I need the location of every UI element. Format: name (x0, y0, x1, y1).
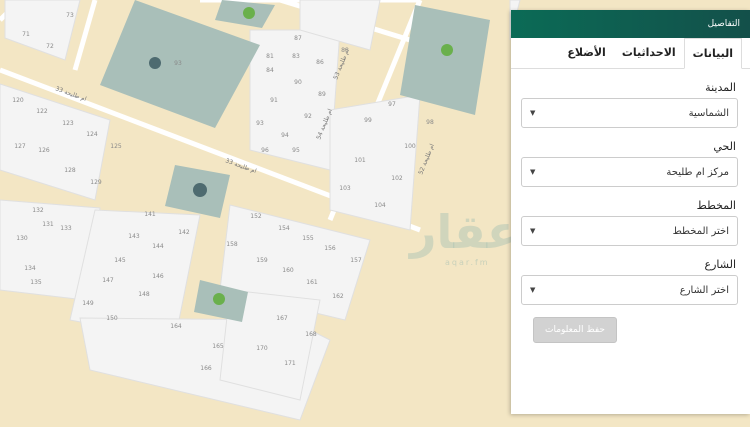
lot-number: 94 (281, 132, 289, 139)
lot-number: 122 (36, 108, 48, 115)
lot-number: 104 (374, 202, 386, 209)
lot-number: 170 (256, 345, 268, 352)
lot-number: 125 (110, 143, 122, 150)
lot-number: 148 (138, 291, 150, 298)
caret-down-icon: ▼ (530, 109, 536, 117)
tab-bar: البيانات الاحداثيات الأضلاع (511, 38, 750, 69)
lot-number: 158 (226, 241, 238, 248)
caret-down-icon: ▼ (530, 227, 536, 235)
lot-number: 171 (284, 360, 296, 367)
lot-number: 87 (294, 35, 302, 42)
city-label: المدينة (705, 81, 736, 94)
district-label: الحي (713, 140, 736, 153)
tab-data[interactable]: البيانات (683, 38, 742, 69)
lot-number: 90 (294, 79, 302, 86)
lot-number: 101 (354, 157, 366, 164)
lot-number: 129 (90, 179, 102, 186)
lot-number: 98 (426, 119, 434, 126)
watermark-logo: عقار (410, 205, 519, 259)
plan-label: المخطط (696, 199, 736, 212)
lot-number: 97 (388, 101, 396, 108)
caret-down-icon: ▼ (530, 286, 536, 294)
lot-number: 150 (106, 315, 118, 322)
lot-number: 159 (256, 257, 268, 264)
lot-number: 152 (250, 213, 262, 220)
lot-number: 164 (170, 323, 182, 330)
lot-number: 156 (324, 245, 336, 252)
lot-number: 165 (212, 343, 224, 350)
lot-number: 95 (292, 147, 300, 154)
lot-number: 146 (152, 273, 164, 280)
lot-number: 123 (62, 120, 74, 127)
lot-number: 102 (391, 175, 403, 182)
lot-number: 99 (364, 117, 372, 124)
lot-number: 73 (66, 12, 74, 19)
lot-number: 127 (14, 143, 26, 150)
lot-number: 166 (200, 365, 212, 372)
lot-number: 161 (306, 279, 318, 286)
lot-number: 130 (16, 235, 28, 242)
district-select[interactable]: مركز ام طليحة ▼ (521, 157, 738, 187)
lot-number: 89 (318, 91, 326, 98)
lot-number: 81 (266, 53, 274, 60)
lot-number: 133 (60, 225, 72, 232)
street-label: الشارع (704, 258, 736, 271)
lot-number: 84 (266, 67, 274, 74)
lot-number: 92 (304, 113, 312, 120)
lot-number: 167 (276, 315, 288, 322)
lot-number: 142 (178, 229, 190, 236)
lot-number: 144 (152, 243, 164, 250)
lot-number: 120 (12, 97, 24, 104)
lot-number: 147 (102, 277, 114, 284)
save-info-button[interactable]: حفظ المعلومات (533, 317, 617, 343)
plan-value: اختر المخطط (672, 225, 729, 237)
street-value: اختر الشارع (679, 284, 729, 296)
caret-down-icon: ▼ (530, 168, 536, 176)
lot-number: 135 (30, 279, 42, 286)
lot-number: 143 (128, 233, 140, 240)
lot-number: 168 (305, 331, 317, 338)
panel-header: التفاصيل (511, 10, 750, 38)
lot-number: 83 (292, 53, 300, 60)
lot-number: 100 (404, 143, 416, 150)
district-value: مركز ام طليحة (666, 166, 729, 178)
lot-number: 149 (82, 300, 94, 307)
lot-number: 103 (339, 185, 351, 192)
lot-number: 126 (38, 147, 50, 154)
lot-number: 141 (144, 211, 156, 218)
watermark-sub: aqar.fm (445, 258, 490, 267)
street-select[interactable]: اختر الشارع ▼ (521, 275, 738, 305)
parcel-label: 93 (174, 60, 182, 67)
lot-number: 88 (341, 47, 349, 54)
lot-number: 132 (32, 207, 44, 214)
lot-number: 96 (261, 147, 269, 154)
lot-number: 128 (64, 167, 76, 174)
lot-number: 72 (46, 43, 54, 50)
lot-number: 71 (22, 31, 30, 38)
lot-number: 157 (350, 257, 362, 264)
lot-number: 91 (270, 97, 278, 104)
lot-number: 86 (316, 59, 324, 66)
city-value: الشماسية (688, 107, 729, 119)
lot-number: 160 (282, 267, 294, 274)
lot-number: 154 (278, 225, 290, 232)
lot-number: 162 (332, 293, 344, 300)
tab-coordinates[interactable]: الاحداثيات (614, 38, 684, 68)
lot-number: 131 (42, 221, 54, 228)
details-panel: التفاصيل البيانات الاحداثيات الأضلاع الم… (511, 10, 750, 414)
lot-number: 155 (302, 235, 314, 242)
plan-select[interactable]: اختر المخطط ▼ (521, 216, 738, 246)
city-select[interactable]: الشماسية ▼ (521, 98, 738, 128)
tab-sides[interactable]: الأضلاع (559, 38, 613, 68)
lot-number: 93 (256, 120, 264, 127)
lot-number: 134 (24, 265, 36, 272)
lot-number: 145 (114, 257, 126, 264)
lot-number: 124 (86, 131, 98, 138)
